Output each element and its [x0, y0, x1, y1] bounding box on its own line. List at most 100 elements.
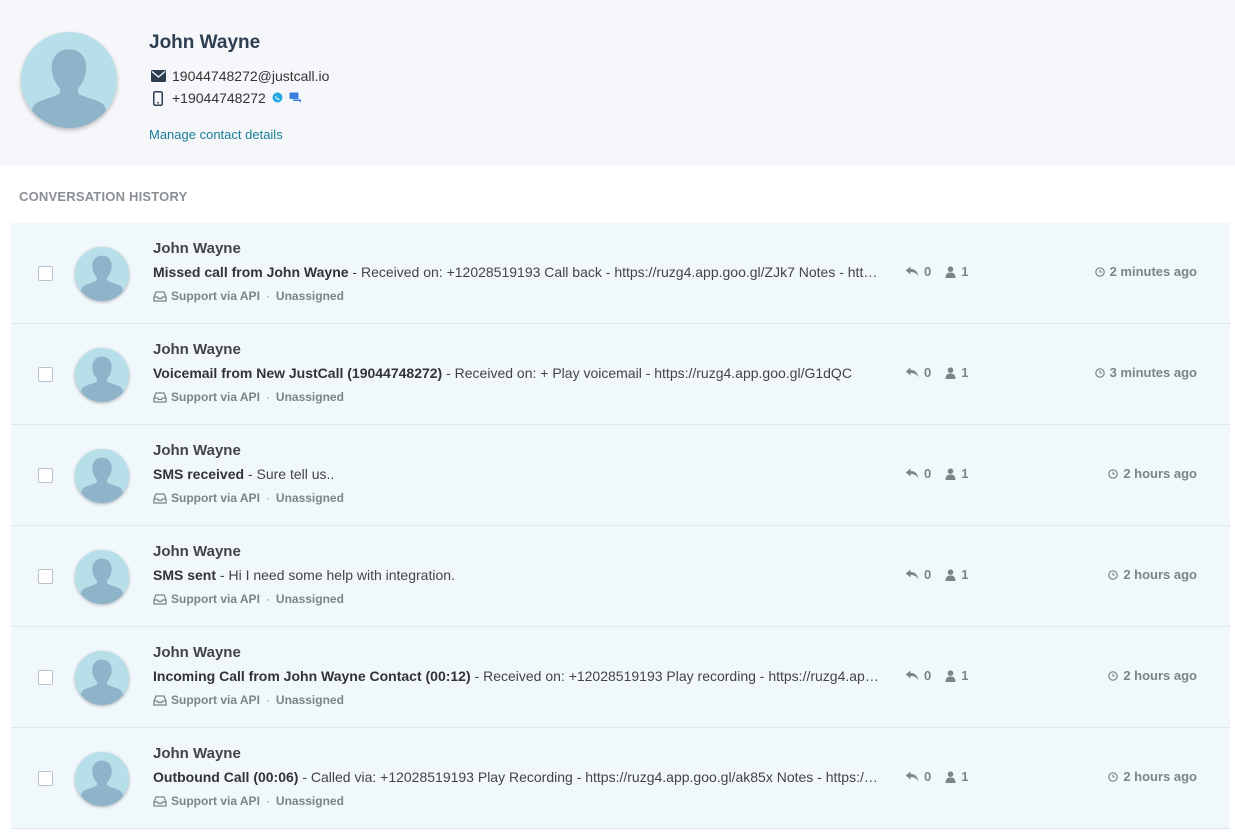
row-subject[interactable]: SMS received - Sure tell us..	[153, 466, 880, 482]
row-subject[interactable]: SMS sent - Hi I need some help with inte…	[153, 567, 880, 583]
row-subject[interactable]: Outbound Call (00:06) - Called via: +120…	[153, 769, 880, 785]
chat-icon[interactable]	[289, 90, 302, 106]
row-subject[interactable]: Incoming Call from John Wayne Contact (0…	[153, 668, 880, 684]
participant-icon	[945, 467, 956, 480]
row-inbox[interactable]: Support via API	[171, 693, 260, 707]
row-contact-name: John Wayne	[153, 543, 241, 560]
meta-separator: ·	[265, 390, 270, 404]
row-timestamp: 2 hours ago	[1123, 769, 1197, 784]
participant-count: 1	[961, 769, 969, 784]
contact-header: John Wayne 19044748272@justcall.io +1904…	[0, 0, 1235, 165]
clock-icon	[1108, 569, 1119, 580]
reply-icon	[905, 367, 919, 378]
participant-count: 1	[961, 466, 969, 481]
reply-count: 0	[924, 668, 932, 683]
row-time: 2 hours ago	[1108, 668, 1197, 683]
row-assignee[interactable]: Unassigned	[276, 693, 344, 707]
row-contact-name: John Wayne	[153, 644, 241, 661]
conversation-row[interactable]: John Wayne SMS sent - Hi I need some hel…	[11, 526, 1230, 627]
envelope-icon	[150, 69, 166, 83]
participant-count: 1	[961, 264, 969, 279]
reply-count: 0	[924, 567, 932, 582]
row-avatar	[75, 550, 129, 604]
clock-icon	[1094, 367, 1105, 378]
whatsapp-icon[interactable]	[272, 90, 283, 106]
person-silhouette-icon	[79, 356, 125, 402]
row-assignee[interactable]: Unassigned	[276, 592, 344, 606]
person-silhouette-icon	[79, 558, 125, 604]
row-counts: 0 1	[905, 567, 968, 582]
contact-email[interactable]: 19044748272@justcall.io	[172, 68, 329, 84]
participant-count: 1	[961, 668, 969, 683]
row-checkbox[interactable]	[38, 569, 53, 584]
row-inbox[interactable]: Support via API	[171, 289, 260, 303]
row-contact-name: John Wayne	[153, 240, 241, 257]
row-inbox[interactable]: Support via API	[171, 794, 260, 808]
row-assignee[interactable]: Unassigned	[276, 289, 344, 303]
conversation-row[interactable]: John Wayne Voicemail from New JustCall (…	[11, 324, 1230, 425]
row-avatar	[75, 449, 129, 503]
participant-count: 1	[961, 365, 969, 380]
row-time: 2 hours ago	[1108, 769, 1197, 784]
contact-phone[interactable]: +19044748272	[172, 90, 266, 106]
meta-separator: ·	[265, 491, 270, 505]
manage-contact-link[interactable]: Manage contact details	[149, 127, 283, 142]
inbox-icon	[153, 795, 167, 807]
person-silhouette-icon	[79, 760, 125, 806]
meta-separator: ·	[265, 289, 270, 303]
row-subject-preview: - Hi I need some help with integration.	[216, 567, 455, 583]
row-subject[interactable]: Voicemail from New JustCall (19044748272…	[153, 365, 880, 381]
conversation-list: John Wayne Missed call from John Wayne -…	[11, 223, 1230, 829]
row-assignee[interactable]: Unassigned	[276, 491, 344, 505]
row-checkbox[interactable]	[38, 468, 53, 483]
row-assignee[interactable]: Unassigned	[276, 390, 344, 404]
row-checkbox[interactable]	[38, 771, 53, 786]
row-avatar	[75, 651, 129, 705]
row-time: 2 hours ago	[1108, 466, 1197, 481]
row-meta: Support via API · Unassigned	[153, 794, 344, 808]
conversation-row[interactable]: John Wayne Incoming Call from John Wayne…	[11, 627, 1230, 728]
row-checkbox[interactable]	[38, 266, 53, 281]
row-timestamp: 3 minutes ago	[1109, 365, 1197, 380]
participant-icon	[945, 770, 956, 783]
inbox-icon	[153, 492, 167, 504]
row-timestamp: 2 hours ago	[1123, 567, 1197, 582]
conversation-row[interactable]: John Wayne Outbound Call (00:06) - Calle…	[11, 728, 1230, 829]
row-assignee[interactable]: Unassigned	[276, 794, 344, 808]
row-subject-title: SMS sent	[153, 567, 217, 583]
conversation-row[interactable]: John Wayne Missed call from John Wayne -…	[11, 223, 1230, 324]
contact-email-line: 19044748272@justcall.io	[150, 68, 329, 84]
conversation-row[interactable]: John Wayne SMS received - Sure tell us..…	[11, 425, 1230, 526]
meta-separator: ·	[265, 794, 270, 808]
row-checkbox[interactable]	[38, 670, 53, 685]
row-inbox[interactable]: Support via API	[171, 390, 260, 404]
contact-name: John Wayne	[149, 32, 261, 53]
row-meta: Support via API · Unassigned	[153, 693, 344, 707]
row-subject[interactable]: Missed call from John Wayne - Received o…	[153, 264, 880, 280]
mobile-phone-icon	[150, 90, 166, 106]
row-subject-preview: - Called via: +12028519193 Play Recordin…	[302, 769, 880, 785]
row-inbox[interactable]: Support via API	[171, 592, 260, 606]
row-time: 2 hours ago	[1108, 567, 1197, 582]
participant-count: 1	[961, 567, 969, 582]
person-silhouette-icon	[79, 255, 125, 301]
meta-separator: ·	[265, 693, 270, 707]
row-avatar	[75, 348, 129, 402]
meta-separator: ·	[265, 592, 270, 606]
row-contact-name: John Wayne	[153, 341, 241, 358]
reply-icon	[905, 266, 919, 277]
row-counts: 0 1	[905, 466, 968, 481]
row-subject-title: Incoming Call from John Wayne Contact (0…	[153, 668, 471, 684]
row-meta: Support via API · Unassigned	[153, 491, 344, 505]
row-avatar	[75, 752, 129, 806]
row-checkbox[interactable]	[38, 367, 53, 382]
person-silhouette-icon	[79, 659, 125, 705]
row-subject-preview: - Sure tell us..	[244, 466, 335, 482]
reply-icon	[905, 569, 919, 580]
row-counts: 0 1	[905, 668, 968, 683]
row-avatar	[75, 247, 129, 301]
row-subject-title: Outbound Call (00:06)	[153, 769, 299, 785]
row-counts: 0 1	[905, 769, 968, 784]
row-inbox[interactable]: Support via API	[171, 491, 260, 505]
contact-phone-line: +19044748272	[150, 90, 302, 106]
